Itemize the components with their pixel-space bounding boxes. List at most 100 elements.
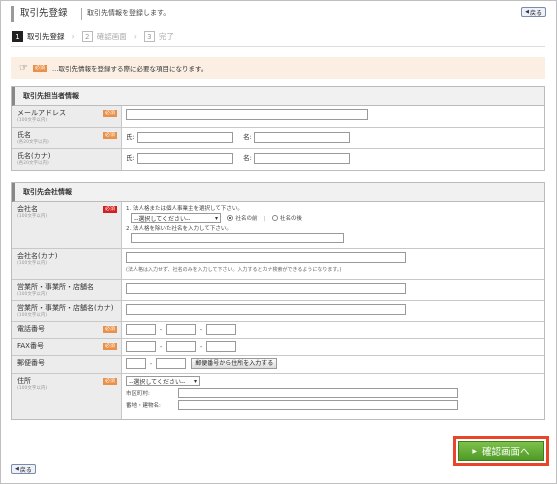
email-input[interactable] xyxy=(126,109,368,120)
header: 取引先登録 取引先情報を登録します。 xyxy=(11,6,545,22)
phone-input-2[interactable] xyxy=(166,324,196,335)
back-button-top[interactable]: ◀ 戻る xyxy=(521,7,546,17)
street-input[interactable] xyxy=(178,400,459,410)
phone-input-1[interactable] xyxy=(126,324,156,335)
company-kana-note: (法人格は入力せず、社名のみを入力して下さい。入力するとカナ検索ができるようにな… xyxy=(126,267,342,273)
required-badge: 必須 xyxy=(102,343,117,350)
instruction-1: 1. 法人格または個人事業主を選択して下さい。 xyxy=(126,206,243,212)
triangle-right-icon: ▶ xyxy=(472,447,478,455)
phone-row: 電話番号 必須 -- xyxy=(12,322,544,339)
company-kana-row: 会社名(カナ) (100文字以内) (法人格は入力せず、社名のみを入力して下さい… xyxy=(12,249,544,280)
fax-input-1[interactable] xyxy=(126,341,156,352)
address-row: 住所 (100文字以内) 必須 --選択してください-- ▾ 市区町村: 番地・… xyxy=(12,374,544,419)
last-name-label: 氏: xyxy=(126,133,135,141)
postal-label: 郵便番号 xyxy=(17,359,45,367)
step-number: 1 xyxy=(12,30,23,42)
legal-form-controls: --選択してください-- ▾ 社名の前 | 社名の後 xyxy=(126,213,540,223)
company-kana-hint: (100文字以内) xyxy=(17,261,48,266)
first-name-label: 名: xyxy=(243,133,252,141)
company-name-label: 会社名 xyxy=(17,205,38,213)
notice-text: …取引先情報を登録する際に必要な項目になります。 xyxy=(51,65,208,73)
company-kana-input[interactable] xyxy=(126,252,406,263)
field-value: 氏: 名: xyxy=(122,149,544,170)
step-label: 取引先登録 xyxy=(27,31,65,41)
last-name-kana-input[interactable] xyxy=(136,152,233,164)
field-label: メールアドレス (100文字以内) 必須 xyxy=(12,106,122,127)
first-name-kana-label: 名: xyxy=(243,154,252,162)
section-title: 取引先会社情報 xyxy=(12,183,544,202)
prefecture-select[interactable]: --選択してください-- ▾ xyxy=(126,376,200,386)
fax-label: FAX番号 xyxy=(17,342,44,350)
field-value xyxy=(122,280,544,300)
required-badge: 必須 xyxy=(102,378,117,385)
phone-input-3[interactable] xyxy=(206,324,236,335)
name-hint: (各20文字以内) xyxy=(17,140,49,145)
last-name-input[interactable] xyxy=(136,131,233,143)
confirm-label: 確認画面へ xyxy=(482,447,530,458)
back-button-bottom[interactable]: ◀ 戻る xyxy=(11,464,36,474)
step-number: 3 xyxy=(143,30,155,42)
street-label: 番地・建物名: xyxy=(126,403,161,409)
name-row: 氏名 (各20文字以内) 必須 氏: 名: xyxy=(12,128,544,149)
postal-input-2[interactable] xyxy=(156,358,186,369)
company-section: 取引先会社情報 会社名 (100文字以内) 必須 1. 法人格または個人事業主を… xyxy=(11,182,545,420)
company-kana-label: 会社名(カナ) xyxy=(17,252,58,260)
fax-input-3[interactable] xyxy=(206,341,236,352)
name-label: 氏名 xyxy=(17,131,31,139)
office-input[interactable] xyxy=(126,283,406,294)
instruction-2: 2. 法人格を除いた社名を入力して下さい。 xyxy=(126,226,232,232)
field-value: 氏: 名: xyxy=(122,128,544,148)
dash: - xyxy=(199,325,203,334)
page-subtitle: 取引先情報を登録します。 xyxy=(87,9,171,17)
step-2: 2 確認画面 xyxy=(81,30,127,42)
field-value: -- xyxy=(122,322,544,338)
postal-input-1[interactable] xyxy=(126,358,146,369)
step-1: 1 取引先登録 xyxy=(12,30,65,42)
title-divider xyxy=(81,8,82,20)
back-label: 戻る xyxy=(529,9,542,17)
field-label: 営業所・事業所・店舗名 (100文字以内) xyxy=(12,280,122,300)
dash: - xyxy=(199,342,203,351)
field-label: 会社名 (100文字以内) 必須 xyxy=(12,202,122,248)
fax-input-2[interactable] xyxy=(166,341,196,352)
fax-row: FAX番号 必須 - - xyxy=(12,339,544,356)
back-label: 戻る xyxy=(19,466,32,474)
office-hint: (100文字以内) xyxy=(17,292,48,297)
divider xyxy=(11,46,545,47)
pointing-hand-icon: ☞ xyxy=(19,62,28,74)
chevron-down-icon: ▾ xyxy=(193,377,197,385)
field-value: - 郵便番号から住所を入力する xyxy=(122,356,544,373)
step-label: 確認画面 xyxy=(96,31,127,41)
field-label: 氏名 (各20文字以内) 必須 xyxy=(12,128,122,148)
address-label: 住所 xyxy=(17,377,31,385)
postal-lookup-button[interactable]: 郵便番号から住所を入力する xyxy=(191,358,278,369)
first-name-kana-input[interactable] xyxy=(254,152,351,164)
field-label: FAX番号 必須 xyxy=(12,339,122,355)
city-label: 市区町村: xyxy=(126,391,150,397)
legal-form-select[interactable]: --選択してください-- ▾ xyxy=(131,213,221,223)
dash: - xyxy=(159,342,163,351)
confirm-button[interactable]: ▶ 確認画面へ xyxy=(458,441,544,461)
city-input[interactable] xyxy=(178,388,459,398)
chevron-right-icon: › xyxy=(71,31,75,41)
office-kana-input[interactable] xyxy=(126,304,406,315)
company-name-input-wrap xyxy=(126,233,540,243)
radio-before-company[interactable] xyxy=(227,215,234,221)
radio-after-company[interactable] xyxy=(271,215,278,221)
street-line: 番地・建物名: xyxy=(126,400,540,410)
address-hint: (100文字以内) xyxy=(17,386,48,391)
step-3: 3 完了 xyxy=(143,30,174,42)
email-hint: (100文字以内) xyxy=(17,118,48,123)
office-kana-row: 営業所・事業所・店舗名(カナ) (100文字以内) xyxy=(12,301,544,322)
section-title: 取引先担当者情報 xyxy=(12,87,544,106)
required-badge: 必須 xyxy=(32,64,47,72)
required-badge: 必須 xyxy=(102,110,117,117)
radio-separator: | xyxy=(263,216,266,222)
radio-before-label: 社名の前 xyxy=(235,216,258,222)
first-name-input[interactable] xyxy=(254,131,351,143)
company-name-input[interactable] xyxy=(131,233,344,243)
dash: - xyxy=(149,359,153,368)
field-label: 電話番号 必須 xyxy=(12,322,122,338)
required-badge: 必須 xyxy=(102,206,117,213)
step-label: 完了 xyxy=(158,31,174,41)
